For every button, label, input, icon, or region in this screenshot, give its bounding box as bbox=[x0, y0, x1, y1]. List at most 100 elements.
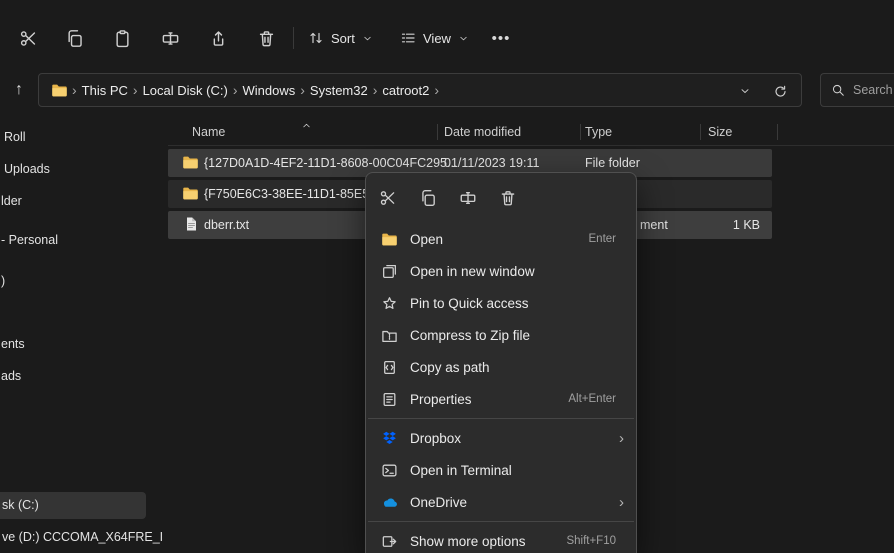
menu-item-properties[interactable]: Properties Alt+Enter bbox=[366, 383, 636, 415]
menu-item-label: Open in Terminal bbox=[410, 463, 624, 478]
menu-item-compress-to-zip[interactable]: Compress to Zip file bbox=[366, 319, 636, 351]
rename-button[interactable] bbox=[448, 180, 488, 216]
more-dots-icon: ••• bbox=[492, 30, 511, 47]
column-header-date-modified[interactable]: Date modified bbox=[444, 125, 521, 139]
new-window-icon bbox=[381, 263, 398, 280]
rename-button[interactable] bbox=[150, 22, 190, 54]
submenu-chevron-icon: › bbox=[619, 431, 624, 446]
menu-item-label: Open bbox=[410, 232, 589, 247]
address-bar[interactable]: › This PC › Local Disk (C:) › Windows › … bbox=[38, 73, 802, 107]
breadcrumb-local-disk[interactable]: Local Disk (C:) bbox=[138, 83, 233, 98]
column-header-size[interactable]: Size bbox=[708, 125, 732, 139]
sidebar-item[interactable]: ents bbox=[1, 337, 25, 351]
chevron-right-icon: › bbox=[434, 83, 439, 97]
breadcrumb-windows[interactable]: Windows bbox=[238, 83, 301, 98]
cut-button[interactable] bbox=[8, 22, 48, 54]
up-button[interactable]: ↑ bbox=[4, 75, 34, 105]
refresh-button[interactable] bbox=[767, 79, 793, 103]
submenu-chevron-icon: › bbox=[619, 495, 624, 510]
show-more-icon bbox=[381, 533, 398, 550]
view-label: View bbox=[423, 31, 451, 46]
sort-label: Sort bbox=[331, 31, 355, 46]
terminal-icon bbox=[381, 462, 398, 479]
sidebar-item[interactable]: ads bbox=[1, 369, 21, 383]
sidebar-item[interactable]: - Personal bbox=[1, 233, 58, 247]
column-divider[interactable] bbox=[580, 124, 581, 140]
file-size: 1 KB bbox=[733, 211, 760, 239]
share-icon bbox=[209, 29, 228, 48]
menu-item-open-in-terminal[interactable]: Open in Terminal bbox=[366, 454, 636, 486]
column-divider[interactable] bbox=[700, 124, 701, 140]
search-input[interactable]: Search bbox=[820, 73, 894, 107]
file-name: dberr.txt bbox=[204, 211, 249, 239]
breadcrumb-system32[interactable]: System32 bbox=[305, 83, 373, 98]
file-name: {F750E6C3-38EE-11D1-85E5-00 bbox=[204, 180, 387, 208]
chevron-down-icon bbox=[362, 33, 373, 44]
properties-icon bbox=[381, 391, 398, 408]
copy-button[interactable] bbox=[408, 180, 448, 216]
star-icon bbox=[381, 295, 398, 312]
menu-item-label: Dropbox bbox=[410, 431, 619, 446]
breadcrumb-this-pc[interactable]: This PC bbox=[77, 83, 133, 98]
folder-icon bbox=[381, 231, 398, 248]
file-type: ment bbox=[640, 211, 668, 239]
sidebar-item-usb-drive[interactable]: ve (D:) CCCOMA_X64FRE_I bbox=[2, 530, 163, 544]
menu-item-show-more-options[interactable]: Show more options Shift+F10 bbox=[366, 525, 636, 553]
see-more-button[interactable]: ••• bbox=[480, 22, 522, 54]
menu-item-label: Pin to Quick access bbox=[410, 296, 624, 311]
refresh-icon bbox=[773, 84, 788, 99]
trash-icon bbox=[257, 29, 276, 48]
menu-separator bbox=[368, 521, 634, 522]
column-divider[interactable] bbox=[437, 124, 438, 140]
text-file-icon bbox=[183, 216, 199, 232]
context-menu-quick-actions bbox=[366, 173, 636, 223]
sidebar-item[interactable]: lder bbox=[1, 194, 22, 208]
rename-icon bbox=[161, 29, 180, 48]
menu-item-label: Properties bbox=[410, 392, 568, 407]
menu-item-pin-to-quick-access[interactable]: Pin to Quick access bbox=[366, 287, 636, 319]
folder-icon bbox=[182, 154, 199, 171]
menu-item-copy-as-path[interactable]: Copy as path bbox=[366, 351, 636, 383]
menu-item-dropbox[interactable]: Dropbox › bbox=[366, 422, 636, 454]
menu-item-onedrive[interactable]: OneDrive › bbox=[366, 486, 636, 518]
column-header-name[interactable]: Name bbox=[192, 125, 225, 139]
search-placeholder: Search bbox=[853, 83, 893, 97]
toolbar-divider bbox=[293, 27, 294, 49]
share-button[interactable] bbox=[198, 22, 238, 54]
sidebar-item[interactable]: ) bbox=[1, 274, 5, 288]
sidebar-item[interactable]: Uploads bbox=[4, 162, 50, 176]
dropbox-icon bbox=[381, 430, 398, 447]
clipboard-icon bbox=[113, 29, 132, 48]
menu-shortcut: Enter bbox=[589, 233, 617, 245]
view-button[interactable]: View bbox=[392, 22, 477, 54]
menu-item-label: Copy as path bbox=[410, 360, 624, 375]
folder-icon bbox=[51, 82, 68, 99]
delete-button[interactable] bbox=[246, 22, 286, 54]
menu-item-label: Show more options bbox=[410, 534, 566, 549]
breadcrumb-catroot2[interactable]: catroot2 bbox=[377, 83, 434, 98]
sidebar-item-local-disk[interactable]: sk (C:) bbox=[0, 492, 146, 519]
cut-button[interactable] bbox=[368, 180, 408, 216]
file-explorer-window: Sort View ••• ↑ › This PC › Local Disk (… bbox=[0, 0, 894, 553]
trash-icon bbox=[499, 189, 517, 207]
column-divider[interactable] bbox=[777, 124, 778, 140]
menu-item-label: Open in new window bbox=[410, 264, 624, 279]
menu-item-label: Compress to Zip file bbox=[410, 328, 624, 343]
menu-item-open[interactable]: Open Enter bbox=[366, 223, 636, 255]
copy-icon bbox=[419, 189, 437, 207]
address-dropdown-button[interactable] bbox=[733, 79, 757, 103]
copy-icon bbox=[65, 29, 84, 48]
delete-button[interactable] bbox=[488, 180, 528, 216]
onedrive-cloud-icon bbox=[381, 494, 398, 511]
copy-button[interactable] bbox=[54, 22, 94, 54]
sidebar-item-label: sk (C:) bbox=[2, 498, 39, 512]
scissors-icon bbox=[19, 29, 38, 48]
sort-button[interactable]: Sort bbox=[300, 22, 381, 54]
menu-item-open-in-new-window[interactable]: Open in new window bbox=[366, 255, 636, 287]
column-header-type[interactable]: Type bbox=[585, 125, 612, 139]
view-list-icon bbox=[400, 30, 416, 46]
sidebar-item[interactable]: Roll bbox=[4, 130, 26, 144]
paste-button[interactable] bbox=[102, 22, 142, 54]
zip-folder-icon bbox=[381, 327, 398, 344]
context-menu: Open Enter Open in new window Pin to Qui… bbox=[365, 172, 637, 553]
